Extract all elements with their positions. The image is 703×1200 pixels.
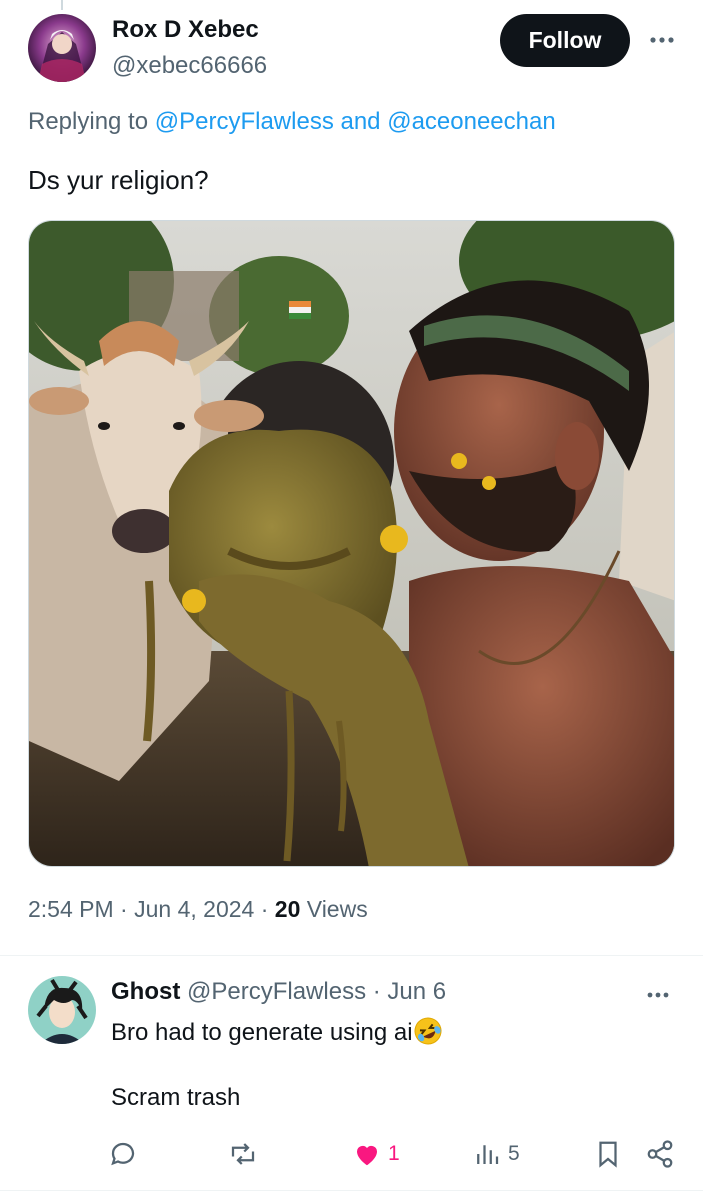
reply-author-handle[interactable]: @PercyFlawless bbox=[187, 978, 366, 1005]
views-icon bbox=[477, 1145, 499, 1164]
reply-date[interactable]: Jun 6 bbox=[387, 978, 446, 1005]
share-button[interactable] bbox=[645, 1138, 675, 1170]
more-icon[interactable] bbox=[646, 982, 670, 1005]
mention-link-1[interactable]: @PercyFlawless bbox=[155, 108, 334, 135]
author-avatar[interactable] bbox=[28, 14, 96, 82]
reply-text-line-1: Bro had to generate using ai bbox=[111, 1016, 443, 1047]
tweet-header: Rox D Xebec @xebec66666 Follow bbox=[28, 14, 678, 84]
retweet-button[interactable] bbox=[228, 1138, 264, 1170]
views-count: 20 bbox=[274, 896, 301, 922]
replying-prefix: Replying to bbox=[28, 108, 149, 135]
follow-button[interactable]: Follow bbox=[500, 14, 630, 67]
replying-to: Replying to @PercyFlawless and @aceoneec… bbox=[28, 108, 556, 136]
reply-icon bbox=[111, 1142, 135, 1166]
heart-icon bbox=[357, 1145, 377, 1166]
bookmark-button[interactable] bbox=[593, 1138, 623, 1170]
rolling-on-floor-laughing-icon bbox=[413, 1016, 443, 1046]
views-button[interactable]: 5 bbox=[472, 1138, 520, 1170]
divider bbox=[0, 1190, 703, 1191]
separator: · bbox=[372, 978, 381, 1005]
bookmark-icon bbox=[599, 1141, 617, 1168]
more-icon[interactable] bbox=[648, 26, 676, 54]
reply-text: Bro had to generate using ai bbox=[111, 1019, 413, 1046]
reply-author-avatar[interactable] bbox=[28, 976, 96, 1044]
views-label: Views bbox=[306, 896, 368, 922]
separator: · bbox=[260, 896, 269, 922]
divider bbox=[0, 955, 703, 956]
separator: · bbox=[120, 896, 128, 922]
views-count-reply: 5 bbox=[508, 1142, 520, 1165]
tweet-text: Ds yur religion? bbox=[28, 165, 209, 195]
reply-header: Ghost @PercyFlawless · Jun 6 bbox=[111, 978, 446, 1006]
mention-link-2[interactable]: @aceoneechan bbox=[387, 108, 556, 135]
thread-connector-line bbox=[61, 0, 63, 10]
reply-author-name[interactable]: Ghost bbox=[111, 978, 180, 1005]
author-name[interactable]: Rox D Xebec bbox=[112, 16, 259, 44]
reply-text-line-2: Scram trash bbox=[111, 1084, 241, 1111]
mention-joiner: and bbox=[340, 108, 381, 135]
like-count: 1 bbox=[388, 1142, 400, 1165]
tweet-time[interactable]: 2:54 PM bbox=[28, 896, 114, 922]
retweet-icon bbox=[231, 1143, 255, 1165]
reply-button[interactable] bbox=[108, 1138, 144, 1170]
like-button[interactable]: 1 bbox=[352, 1138, 400, 1170]
tweet-date[interactable]: Jun 4, 2024 bbox=[134, 896, 254, 922]
tweet-image[interactable] bbox=[28, 220, 675, 867]
author-handle[interactable]: @xebec66666 bbox=[112, 52, 267, 80]
tweet-meta: 2:54 PM · Jun 4, 2024 · 20 Views bbox=[28, 896, 368, 923]
share-icon bbox=[647, 1140, 673, 1168]
